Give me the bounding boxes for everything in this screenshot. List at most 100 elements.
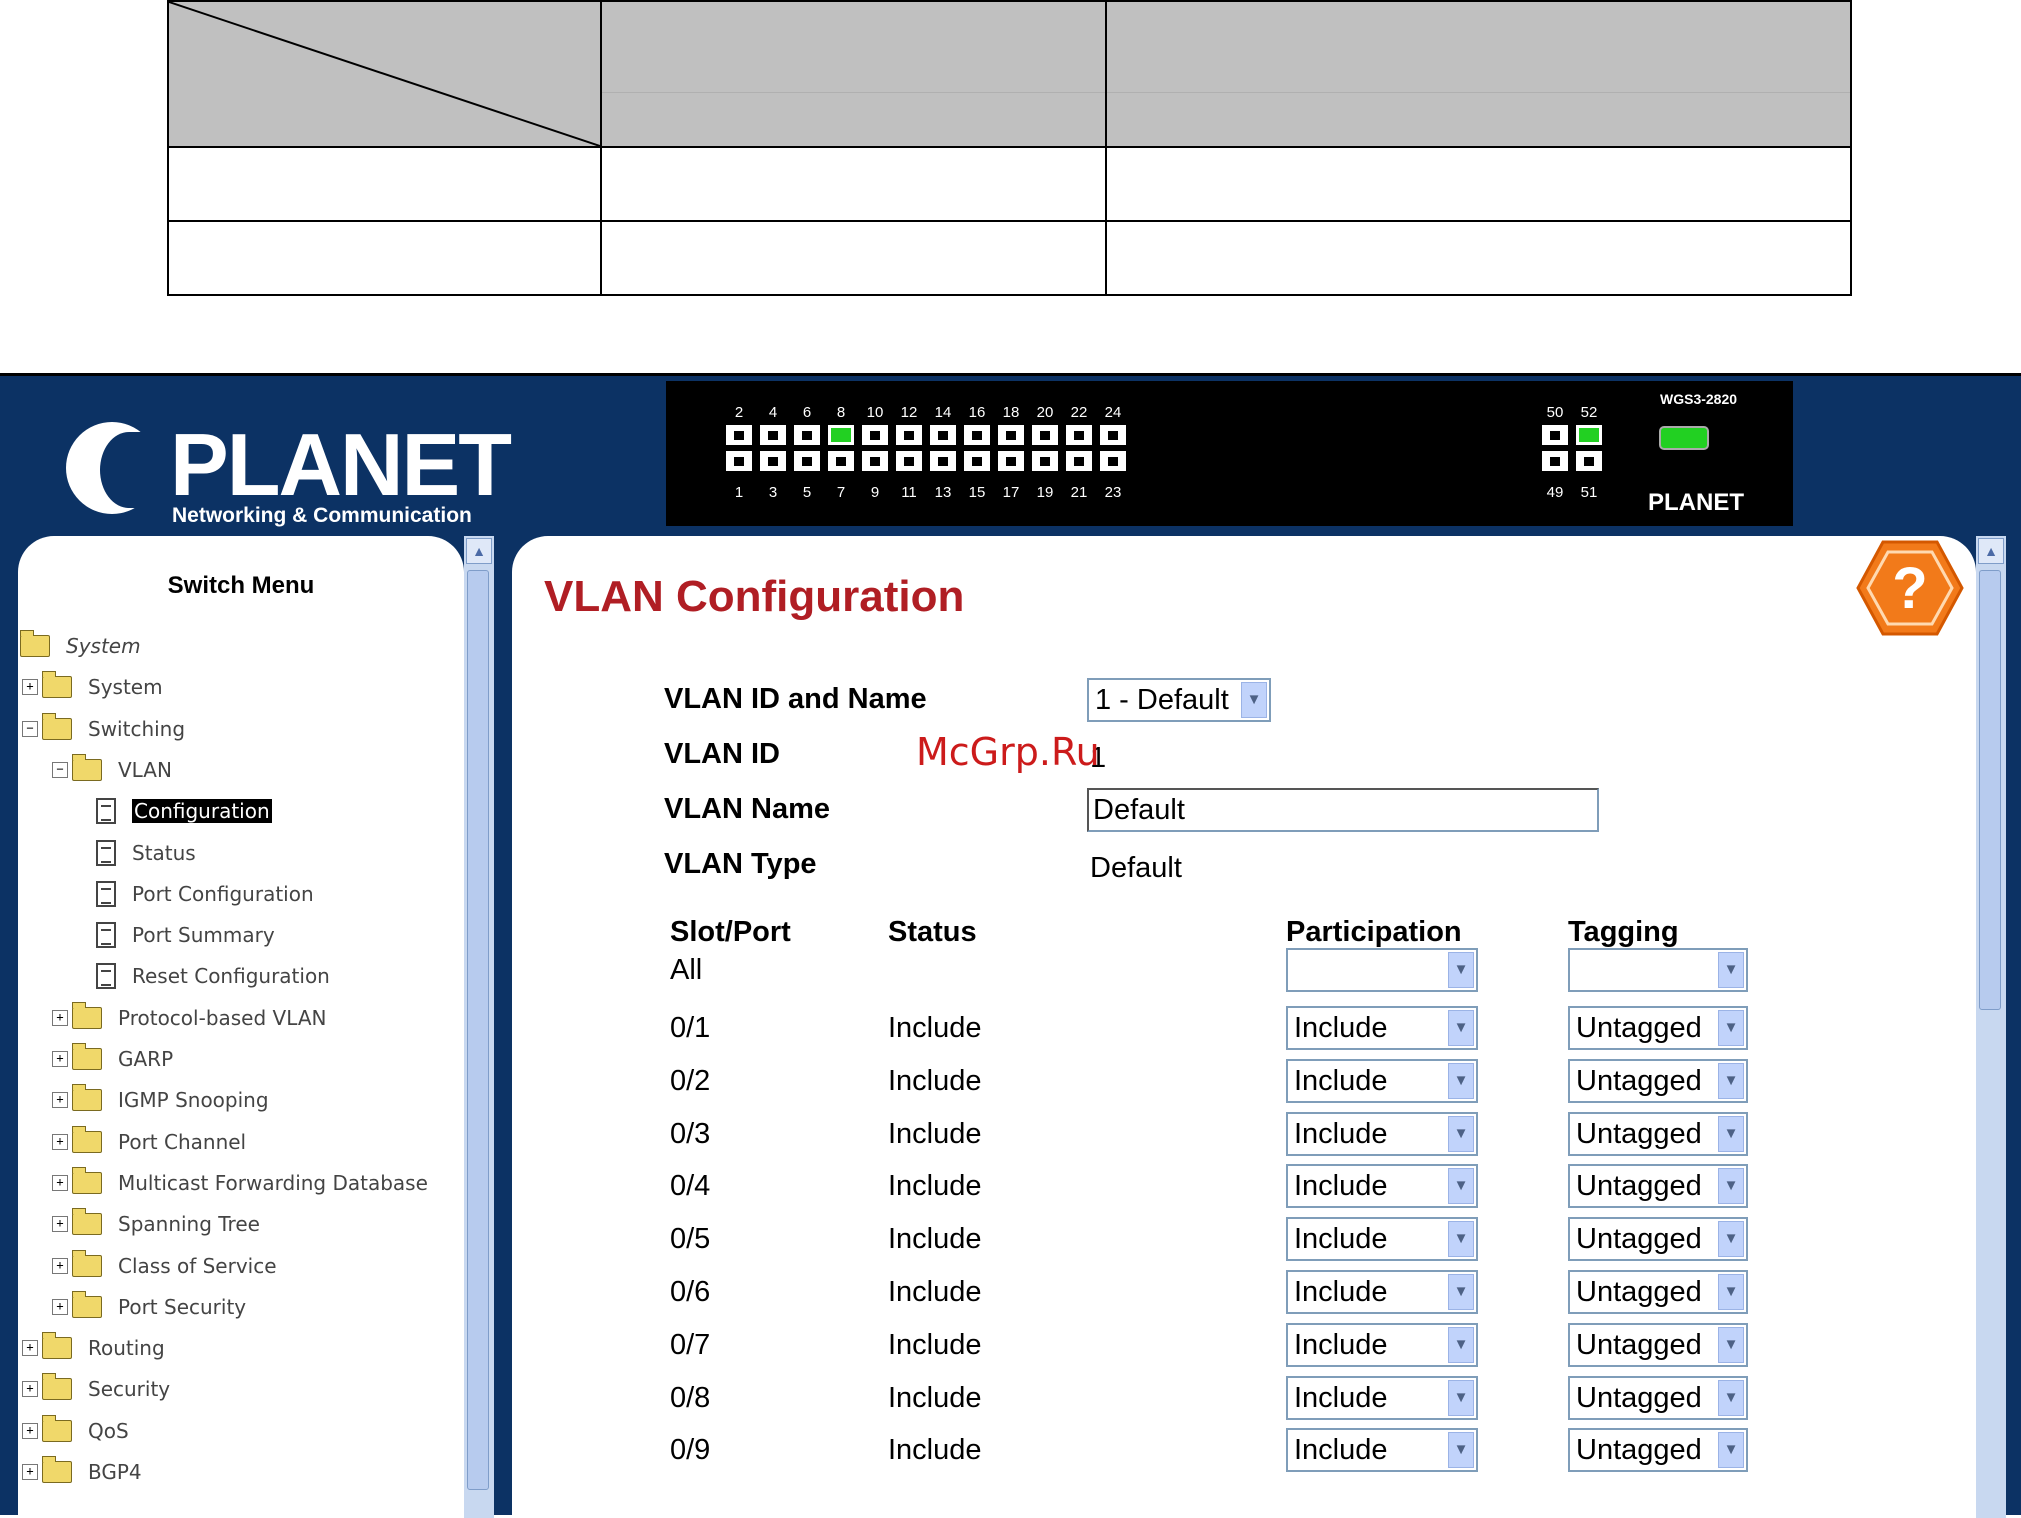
tagging-select[interactable]: Untagged ▼ <box>1568 1217 1748 1262</box>
scroll-thumb[interactable] <box>467 570 489 1490</box>
port-led-5[interactable] <box>794 451 820 471</box>
menu-item-port-configuration[interactable]: Port Configuration <box>82 878 314 910</box>
participation-select[interactable]: Include ▼ <box>1286 1322 1478 1367</box>
chevron-down-icon[interactable]: ▼ <box>1241 682 1267 718</box>
menu-item-reset-configuration[interactable]: Reset Configuration <box>82 960 330 992</box>
chevron-down-icon[interactable]: ▼ <box>1448 1168 1474 1205</box>
expand-icon[interactable]: + <box>52 1216 68 1233</box>
port-led-2[interactable] <box>726 425 752 445</box>
menu-item-bgp4[interactable]: + BGP4 <box>22 1456 142 1488</box>
chevron-down-icon[interactable]: ▼ <box>1448 1274 1474 1310</box>
menu-item-system[interactable]: + System <box>22 671 163 703</box>
chevron-down-icon[interactable]: ▼ <box>1718 1168 1744 1205</box>
chevron-down-icon[interactable]: ▼ <box>1718 1115 1744 1152</box>
port-led-21[interactable] <box>1066 451 1092 471</box>
expand-icon[interactable]: + <box>22 1381 38 1398</box>
menu-item-routing[interactable]: + Routing <box>22 1332 165 1364</box>
port-led-10[interactable] <box>862 425 888 445</box>
port-led-51[interactable] <box>1576 451 1602 471</box>
menu-item-port-summary[interactable]: Port Summary <box>82 919 275 951</box>
port-led-16[interactable] <box>964 425 990 445</box>
expand-icon[interactable]: + <box>52 1133 68 1150</box>
menu-item-status[interactable]: Status <box>82 837 196 869</box>
scroll-thumb[interactable] <box>1979 570 2001 1010</box>
participation-select[interactable]: Include ▼ <box>1286 1111 1478 1156</box>
menu-item-switching[interactable]: − Switching <box>22 712 185 745</box>
expand-icon[interactable]: + <box>52 1174 68 1191</box>
menu-item-multicast-forwarding-database[interactable]: + Multicast Forwarding Database <box>52 1166 428 1199</box>
port-led-17[interactable] <box>998 451 1024 471</box>
menu-item-configuration[interactable]: Configuration <box>82 795 272 827</box>
port-led-12[interactable] <box>896 425 922 445</box>
console-port[interactable] <box>1659 426 1709 450</box>
menu-item-protocol-based-vlan[interactable]: + Protocol-based VLAN <box>52 1001 326 1034</box>
tagging-select[interactable]: Untagged ▼ <box>1568 1375 1748 1420</box>
expand-icon[interactable]: + <box>52 1092 68 1109</box>
port-led-18[interactable] <box>998 425 1024 445</box>
expand-icon[interactable]: + <box>22 1340 38 1357</box>
port-led-11[interactable] <box>896 451 922 471</box>
menu-item-igmp-snooping[interactable]: + IGMP Snooping <box>52 1084 269 1116</box>
port-led-9[interactable] <box>862 451 888 471</box>
chevron-down-icon[interactable]: ▼ <box>1448 1062 1474 1099</box>
tagging-select[interactable]: Untagged ▼ <box>1568 1058 1748 1103</box>
chevron-down-icon[interactable]: ▼ <box>1718 1326 1744 1363</box>
port-led-23[interactable] <box>1100 451 1126 471</box>
tagging-select[interactable]: Untagged ▼ <box>1568 1006 1748 1050</box>
expand-icon[interactable]: + <box>52 1257 68 1274</box>
tagging-select[interactable]: Untagged ▼ <box>1568 1270 1748 1314</box>
chevron-down-icon[interactable]: ▼ <box>1448 1010 1474 1046</box>
port-led-22[interactable] <box>1066 425 1092 445</box>
port-led-20[interactable] <box>1032 425 1058 445</box>
participation-select[interactable]: Include ▼ <box>1286 1058 1478 1103</box>
chevron-down-icon[interactable]: ▼ <box>1718 1274 1744 1310</box>
tagging-select[interactable]: Untagged ▼ <box>1568 1322 1748 1367</box>
tagging-select[interactable]: Untagged ▼ <box>1568 1111 1748 1156</box>
tagging-select[interactable]: Untagged ▼ <box>1568 1428 1748 1473</box>
port-led-19[interactable] <box>1032 451 1058 471</box>
port-led-52[interactable] <box>1576 425 1602 445</box>
menu-scrollbar[interactable]: ▲ <box>464 536 494 1518</box>
chevron-down-icon[interactable]: ▼ <box>1718 1010 1744 1046</box>
collapse-icon[interactable]: − <box>22 720 38 737</box>
participation-select[interactable]: Include ▼ <box>1286 1270 1478 1314</box>
participation-select[interactable]: Include ▼ <box>1286 1217 1478 1262</box>
expand-icon[interactable]: + <box>22 1422 38 1439</box>
chevron-down-icon[interactable]: ▼ <box>1448 1379 1474 1416</box>
expand-icon[interactable]: + <box>22 1464 38 1480</box>
port-led-24[interactable] <box>1100 425 1126 445</box>
participation-select[interactable]: Include ▼ <box>1286 1375 1478 1420</box>
expand-icon[interactable]: + <box>52 1051 68 1067</box>
tagging-select[interactable]: Untagged ▼ <box>1568 1164 1748 1209</box>
menu-item-garp[interactable]: + GARP <box>52 1043 173 1075</box>
all-tagging-select[interactable]: ▼ <box>1568 948 1748 992</box>
menu-item-port-security[interactable]: + Port Security <box>52 1290 246 1323</box>
menu-item-spanning-tree[interactable]: + Spanning Tree <box>52 1208 260 1240</box>
all-participation-select[interactable]: ▼ <box>1286 948 1478 992</box>
vlan-name-input[interactable]: Default <box>1087 788 1599 832</box>
menu-item-class-of-service[interactable]: + Class of Service <box>52 1249 277 1282</box>
port-led-49[interactable] <box>1542 451 1568 471</box>
menu-item-vlan[interactable]: − VLAN <box>52 753 172 786</box>
chevron-down-icon[interactable]: ▼ <box>1718 1062 1744 1099</box>
chevron-down-icon[interactable]: ▼ <box>1448 1326 1474 1363</box>
chevron-down-icon[interactable]: ▼ <box>1718 1379 1744 1416</box>
participation-select[interactable]: Include ▼ <box>1286 1428 1478 1473</box>
expand-icon[interactable]: + <box>22 679 38 696</box>
collapse-icon[interactable]: − <box>52 761 68 778</box>
scroll-up-button[interactable]: ▲ <box>1978 538 2004 564</box>
port-led-14[interactable] <box>930 425 956 445</box>
port-led-3[interactable] <box>760 451 786 471</box>
menu-item-port-channel[interactable]: + Port Channel <box>52 1125 246 1158</box>
port-led-8[interactable] <box>828 425 854 445</box>
participation-select[interactable]: Include ▼ <box>1286 1164 1478 1209</box>
help-icon[interactable]: ? <box>1856 540 1964 636</box>
expand-icon[interactable]: + <box>52 1009 68 1026</box>
menu-item-system[interactable]: System <box>20 630 141 662</box>
chevron-down-icon[interactable]: ▼ <box>1448 1432 1474 1469</box>
port-led-6[interactable] <box>794 425 820 445</box>
menu-item-security[interactable]: + Security <box>22 1373 170 1405</box>
scroll-up-button[interactable]: ▲ <box>466 538 492 564</box>
chevron-down-icon[interactable]: ▼ <box>1718 952 1744 988</box>
chevron-down-icon[interactable]: ▼ <box>1448 1221 1474 1258</box>
